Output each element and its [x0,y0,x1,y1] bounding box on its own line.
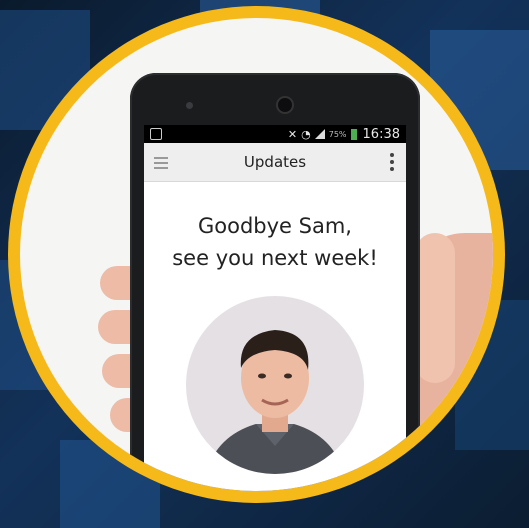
mute-icon: ✕ [287,127,298,141]
white-circle: ✕ ◔ 75% 16:38 Updates Goodbye Sam, see y… [20,18,493,491]
message-line-1: Goodbye Sam, [198,214,352,238]
signal-icon [314,129,325,139]
battery-icon [350,128,357,140]
phone-sensor [186,102,193,109]
wifi-icon: ◔ [301,127,311,141]
hand-thumb [415,233,455,383]
yellow-circle-frame: ✕ ◔ 75% 16:38 Updates Goodbye Sam, see y… [8,6,505,503]
status-bar: ✕ ◔ 75% 16:38 [144,125,406,143]
overflow-menu-icon[interactable] [390,153,394,174]
front-camera [278,98,292,112]
hamburger-menu-icon[interactable] [154,157,168,172]
message-line-2: see you next week! [172,246,378,270]
battery-percent: 75% [328,129,347,139]
profile-photo [186,296,364,474]
person-portrait [206,330,344,474]
notification-icon [150,128,162,140]
message-card: Goodbye Sam, see you next week! [144,182,406,474]
app-title: Updates [243,153,307,171]
smartphone: ✕ ◔ 75% 16:38 Updates Goodbye Sam, see y… [130,73,420,491]
phone-screen: ✕ ◔ 75% 16:38 Updates Goodbye Sam, see y… [144,125,406,491]
app-bar: Updates [144,143,406,182]
clock-time: 16:38 [362,126,400,142]
